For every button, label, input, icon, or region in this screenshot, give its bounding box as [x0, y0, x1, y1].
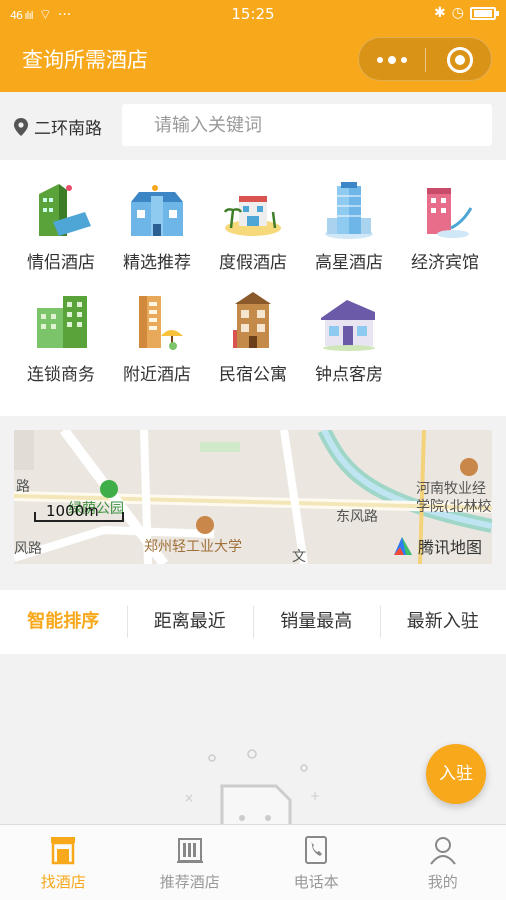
- nav-label: 找酒店: [40, 873, 86, 891]
- alarm-icon: ◷: [451, 5, 464, 21]
- miniprogram-capsule: [358, 37, 492, 81]
- category-featured[interactable]: 精选推荐: [109, 178, 205, 273]
- phonebook-nav-icon: [301, 835, 331, 865]
- tab-newest[interactable]: 最新入驻: [379, 590, 506, 654]
- featured-hotel-icon: [125, 178, 189, 242]
- sort-tabs: 智能排序 距离最近 销量最高 最新入驻: [0, 590, 506, 654]
- join-button[interactable]: 入驻: [426, 744, 486, 804]
- bluetooth-icon: ✱: [434, 5, 446, 21]
- category-label: 度假酒店: [219, 253, 287, 273]
- category-label: 钟点客房: [315, 365, 383, 385]
- category-label: 民宿公寓: [219, 365, 287, 385]
- category-hourly[interactable]: 钟点客房: [301, 290, 397, 385]
- building-nav-icon: [175, 835, 205, 865]
- category-label: 附近酒店: [123, 365, 191, 385]
- category-grid: 情侣酒店 精选推荐 度假酒店 高星酒店 经济宾馆 连锁商务 附近酒店 民宿公寓 …: [0, 160, 506, 416]
- location-selector[interactable]: 二环南路: [14, 114, 102, 139]
- category-luxury[interactable]: 高星酒店: [301, 178, 397, 273]
- battery-icon: [470, 6, 499, 20]
- category-chain[interactable]: 连锁商务: [13, 290, 109, 385]
- map-scale-label: 1000m: [46, 502, 99, 520]
- map-brand-label: 腾讯地图: [417, 538, 482, 557]
- close-miniprogram-icon[interactable]: [447, 47, 473, 73]
- tab-smart-sort[interactable]: 智能排序: [0, 590, 127, 654]
- tab-top-sales[interactable]: 销量最高: [253, 590, 380, 654]
- category-label: 经济宾馆: [411, 253, 479, 273]
- map-label-road: 路: [16, 479, 30, 495]
- nav-profile[interactable]: 我的: [380, 825, 506, 900]
- category-label: 情侣酒店: [27, 253, 95, 273]
- nav-bar: 查询所需酒店: [0, 28, 506, 92]
- map-brand: 腾讯地图: [392, 534, 482, 558]
- map-label-road-dongfeng: 东风路: [336, 509, 378, 525]
- bottom-nav: 找酒店 推荐酒店 电话本 我的: [0, 824, 506, 900]
- category-label: 高星酒店: [315, 253, 383, 273]
- university-marker-icon: [196, 516, 214, 534]
- nav-recommended[interactable]: 推荐酒店: [127, 825, 254, 900]
- luxury-hotel-icon: [317, 178, 381, 242]
- homestay-icon: [221, 290, 285, 354]
- park-marker-icon: [100, 480, 118, 498]
- category-label: 精选推荐: [123, 253, 191, 273]
- chain-business-icon: [29, 290, 93, 354]
- nav-label: 电话本: [293, 873, 339, 891]
- tencent-map-icon: [393, 537, 412, 555]
- hourly-room-icon: [317, 290, 381, 354]
- category-label: 连锁商务: [27, 365, 95, 385]
- map-view[interactable]: 绿荫公园 郑州轻工业大学 河南牧业经 学院(北林校 东风路 风路 路 文 100…: [14, 430, 492, 564]
- budget-hotel-icon: [413, 178, 477, 242]
- status-bar: 46 ılıl ⌔ ··· 15:25 ✱ ◷: [0, 0, 506, 28]
- location-pin-icon: [14, 117, 28, 136]
- location-label: 二环南路: [34, 119, 102, 139]
- capsule-divider: [425, 48, 426, 72]
- category-homestay[interactable]: 民宿公寓: [205, 290, 301, 385]
- map-label-wen: 文: [292, 549, 306, 564]
- map-label-college-1: 河南牧业经: [416, 481, 486, 497]
- svg-text:×: ×: [184, 791, 194, 805]
- svg-text:+: +: [310, 789, 320, 803]
- category-couple-hotel[interactable]: 情侣酒店: [13, 178, 109, 273]
- search-bar: 二环南路: [0, 92, 506, 158]
- resort-hotel-icon: [221, 178, 285, 242]
- status-time: 15:25: [231, 5, 275, 23]
- empty-state-illustration: × +: [180, 742, 330, 824]
- nav-label: 推荐酒店: [159, 873, 220, 891]
- search-input[interactable]: [122, 104, 492, 146]
- user-nav-icon: [428, 835, 458, 865]
- nav-label: 我的: [427, 873, 458, 891]
- map-label-road-feng: 风路: [14, 541, 42, 557]
- college-marker-icon: [460, 458, 478, 476]
- more-menu-icon[interactable]: [377, 48, 407, 68]
- page-title: 查询所需酒店: [22, 48, 148, 72]
- nav-phonebook[interactable]: 电话本: [253, 825, 380, 900]
- couple-hotel-icon: [29, 178, 93, 242]
- category-nearby[interactable]: 附近酒店: [109, 290, 205, 385]
- hotel-nav-icon: [48, 835, 78, 865]
- category-resort[interactable]: 度假酒店: [205, 178, 301, 273]
- map-label-college-2: 学院(北林校: [416, 499, 492, 515]
- map-label-university: 郑州轻工业大学: [144, 539, 242, 555]
- nav-find-hotel[interactable]: 找酒店: [0, 825, 127, 900]
- tab-nearest[interactable]: 距离最近: [126, 590, 254, 654]
- nearby-hotel-icon: [125, 290, 189, 354]
- category-budget[interactable]: 经济宾馆: [397, 178, 493, 273]
